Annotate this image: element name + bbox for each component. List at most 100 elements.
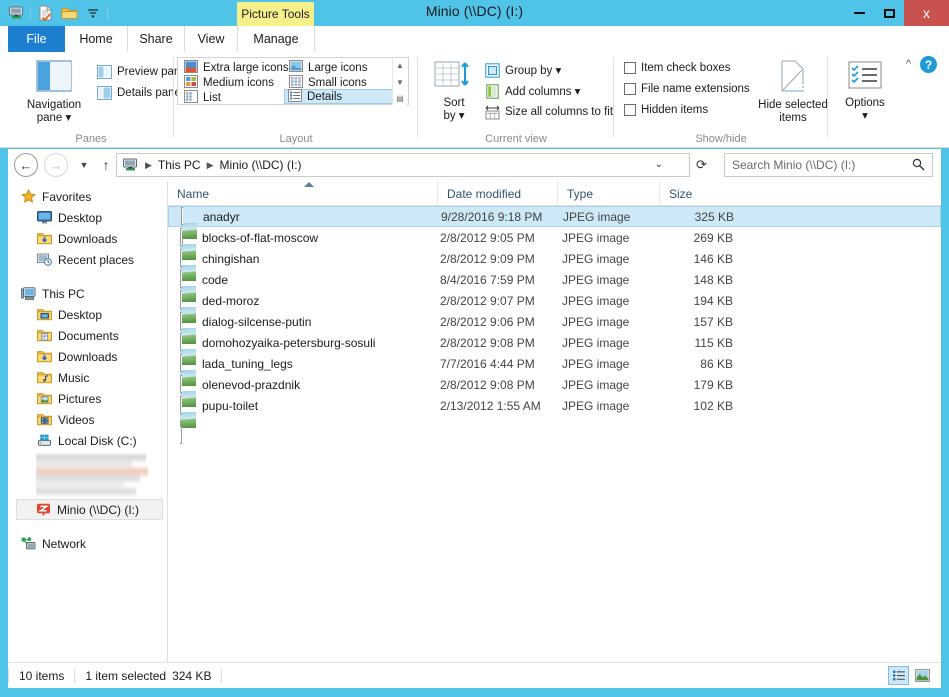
- local-disk-icon: [36, 433, 52, 449]
- group-by-label: Group by ▾: [505, 65, 562, 77]
- breadcrumb-separator[interactable]: ▶: [203, 160, 218, 171]
- layout-option-label: List: [203, 91, 221, 104]
- item-check-boxes-checkbox[interactable]: Item check boxes: [624, 62, 730, 74]
- sidebar-item-local-disk-c[interactable]: Local Disk (C:): [8, 430, 167, 451]
- navigation-pane-button[interactable]: Navigation pane ▾: [15, 60, 93, 125]
- gallery-scroll-down-icon[interactable]: ▼: [396, 78, 404, 87]
- file-date-cell: 2/8/2012 9:05 PM: [440, 230, 535, 245]
- table-row[interactable]: ded-moroz 2/8/2012 9:07 PM JPEG image 194 K…: [168, 290, 941, 339]
- ribbon-group-label-show-hide: Show/hide: [695, 133, 747, 145]
- tab-manage[interactable]: Manage: [238, 26, 314, 52]
- search-input[interactable]: Search Minio (\\DC) (I:): [724, 153, 933, 177]
- search-placeholder: Search Minio (\\DC) (I:): [732, 158, 856, 172]
- sidebar-item-music[interactable]: Music: [8, 367, 167, 388]
- table-row[interactable]: anadyr 9/28/2016 9:18 PM JPEG image 325 KB: [168, 206, 941, 255]
- sort-by-button[interactable]: Sort by ▾: [428, 60, 480, 123]
- hide-selected-items-icon: [776, 60, 810, 96]
- size-all-columns-button[interactable]: Size all columns to fit: [484, 104, 613, 120]
- sidebar-item-network[interactable]: Network: [8, 533, 167, 554]
- sidebar-label: Documents: [58, 328, 119, 343]
- layout-list[interactable]: List: [181, 89, 224, 105]
- table-row[interactable]: lada_tuning_legs 7/7/2016 4:44 PM JPEG ima…: [168, 353, 941, 402]
- breadcrumb-this-pc[interactable]: This PC: [156, 158, 203, 172]
- file-date-cell: 2/8/2012 9:08 PM: [440, 377, 535, 392]
- sidebar-label: Music: [58, 370, 90, 385]
- layout-extra-large-icons[interactable]: Extra large icons: [181, 59, 292, 75]
- minimize-button[interactable]: [844, 0, 874, 26]
- back-button[interactable]: ←: [14, 153, 38, 177]
- recent-locations-button[interactable]: ▼: [72, 153, 96, 177]
- sidebar-item-documents[interactable]: Documents: [8, 325, 167, 346]
- table-row[interactable]: pupu-toilet 2/13/2012 1:55 AM JPEG image 10…: [168, 395, 941, 444]
- hide-selected-items-button[interactable]: Hide selected items: [754, 60, 832, 125]
- sort-by-icon: [434, 60, 474, 94]
- file-name-cell: code: [202, 272, 229, 287]
- gallery-expand-icon[interactable]: ▤: [396, 94, 404, 103]
- sidebar-item-downloads[interactable]: Downloads: [8, 228, 167, 249]
- hidden-items-checkbox[interactable]: Hidden items: [624, 104, 708, 116]
- file-type-cell: JPEG image: [562, 272, 630, 287]
- sort-by-label-2: by ▾: [443, 110, 465, 122]
- up-button[interactable]: ↑: [94, 153, 118, 177]
- layout-medium-icons[interactable]: Medium icons: [181, 74, 277, 90]
- sidebar-item-pc-downloads[interactable]: Downloads: [8, 346, 167, 367]
- close-button[interactable]: x: [904, 0, 949, 26]
- sidebar-item-this-pc[interactable]: This PC: [8, 283, 167, 304]
- help-icon[interactable]: ?: [920, 56, 937, 73]
- sidebar-item-favorites[interactable]: Favorites: [8, 186, 167, 207]
- large-icons-view-button[interactable]: [912, 666, 933, 685]
- table-row[interactable]: code 8/4/2016 7:59 PM JPEG image 148 KB: [168, 269, 941, 318]
- breadcrumb-separator[interactable]: ▶: [141, 160, 156, 171]
- group-by-icon: [484, 62, 500, 78]
- tab-file[interactable]: File: [8, 26, 65, 52]
- hide-selected-label-1: Hide selected: [758, 99, 828, 111]
- details-view-button[interactable]: [888, 666, 909, 685]
- hidden-items-label: Hidden items: [641, 104, 709, 116]
- table-row[interactable]: blocks-of-flat-moscow 2/8/2012 9:05 PM JPE…: [168, 227, 941, 276]
- layout-option-label: Details: [307, 90, 343, 103]
- sidebar-item-desktop[interactable]: Desktop: [8, 207, 167, 228]
- file-name-extensions-checkbox[interactable]: File name extensions: [624, 83, 750, 95]
- breadcrumb-computer-icon[interactable]: [122, 158, 139, 173]
- group-by-button[interactable]: Group by ▾: [484, 62, 561, 78]
- address-dropdown-icon[interactable]: ⌄: [655, 159, 663, 170]
- add-columns-button[interactable]: Add columns ▾: [484, 83, 580, 99]
- layout-details[interactable]: Details: [284, 88, 396, 104]
- window-title: Minio (\\DC) (I:): [425, 3, 524, 19]
- sidebar-item-pc-desktop[interactable]: Desktop: [8, 304, 167, 325]
- tab-home[interactable]: Home: [65, 26, 127, 52]
- column-header-type[interactable]: Type: [557, 181, 659, 206]
- sidebar-item-minio-drive[interactable]: Minio (\\DC) (I:): [16, 499, 163, 520]
- layout-large-icons[interactable]: Large icons: [286, 60, 370, 75]
- checkbox-icon[interactable]: [624, 104, 636, 116]
- jpeg-image-icon: [180, 311, 196, 360]
- breadcrumb-minio[interactable]: Minio (\\DC) (I:): [218, 158, 304, 172]
- breadcrumb[interactable]: ▶ This PC ▶ Minio (\\DC) (I:) ⌄: [116, 153, 690, 177]
- search-icon[interactable]: [912, 158, 925, 174]
- ribbon-group-panes: Navigation pane ▾ Preview pane Details p…: [8, 52, 187, 147]
- options-caret-icon[interactable]: ▾: [862, 110, 868, 123]
- column-header-name[interactable]: Name: [168, 181, 437, 206]
- column-header-size[interactable]: Size: [659, 181, 739, 206]
- column-header-row: Name Date modified Type Size: [168, 181, 941, 206]
- checkbox-icon[interactable]: [624, 62, 636, 74]
- table-row[interactable]: chingishan 2/8/2012 9:09 PM JPEG image 146 …: [168, 248, 941, 297]
- gallery-scroll-up-icon[interactable]: ▲: [396, 61, 404, 70]
- checkbox-icon[interactable]: [624, 83, 636, 95]
- table-row[interactable]: olenevod-prazdnik 2/8/2012 9:08 PM JPEG im…: [168, 374, 941, 423]
- file-size-cell: 115 KB: [694, 335, 733, 350]
- options-button[interactable]: Options ▾: [836, 60, 894, 123]
- sidebar-item-videos[interactable]: Videos: [8, 409, 167, 430]
- forward-button[interactable]: →: [44, 153, 68, 177]
- maximize-button[interactable]: [874, 0, 904, 26]
- details-pane-button[interactable]: Details pane: [96, 85, 181, 101]
- sidebar-item-recent-places[interactable]: Recent places: [8, 249, 167, 270]
- layout-gallery-scrollbar[interactable]: ▲ ▼ ▤: [392, 59, 407, 105]
- sidebar-item-pictures[interactable]: Pictures: [8, 388, 167, 409]
- table-row[interactable]: dialog-silcense-putin 2/8/2012 9:06 PM JPE…: [168, 311, 941, 360]
- table-row[interactable]: domohozyaika-petersburg-sosuli 2/8/2012 9…: [168, 332, 941, 381]
- tab-share[interactable]: Share: [128, 26, 184, 52]
- column-header-date-modified[interactable]: Date modified: [437, 181, 557, 206]
- collapse-ribbon-icon[interactable]: ^: [906, 58, 911, 70]
- tab-view[interactable]: View: [185, 26, 237, 52]
